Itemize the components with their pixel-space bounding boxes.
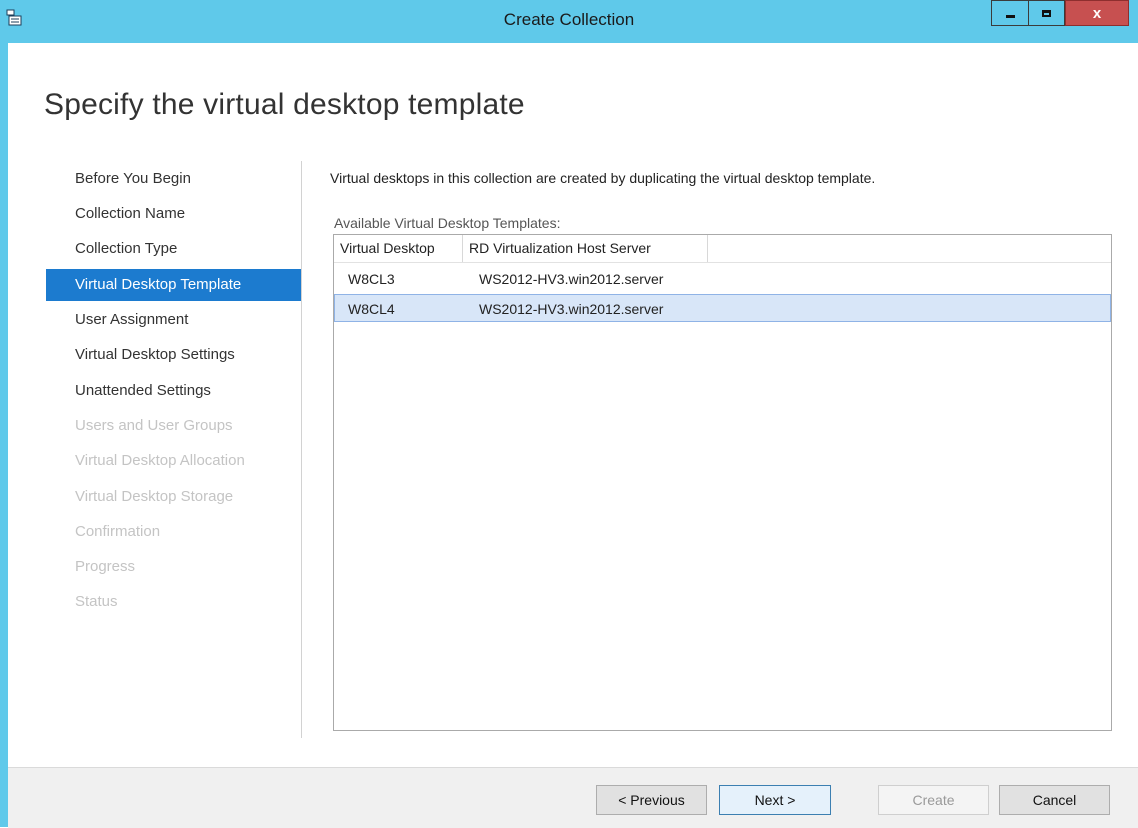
previous-button[interactable]: < Previous — [596, 785, 707, 815]
close-icon: x — [1092, 4, 1102, 22]
nav-item-user-assignment[interactable]: User Assignment — [46, 304, 302, 336]
nav-item-status: Status — [75, 593, 118, 610]
nav-item-before-you-begin[interactable]: Before You Begin — [46, 163, 302, 195]
nav-item-virtual-desktop-settings[interactable]: Virtual Desktop Settings — [46, 339, 302, 371]
nav-item-progress: Progress — [75, 558, 136, 575]
wizard-content: Specify the virtual desktop template Bef… — [8, 43, 1138, 767]
cell-host-server: WS2012-HV3.win2012.server — [479, 271, 664, 287]
nav-item-virtual-desktop-template[interactable]: Virtual Desktop Template — [46, 269, 302, 301]
minimize-button[interactable] — [991, 0, 1028, 26]
list-row-selected[interactable]: W8CL4 WS2012-HV3.win2012.server — [334, 294, 1111, 322]
next-button[interactable]: Next > — [719, 785, 831, 815]
nav-item-confirmation: Confirmation — [75, 523, 161, 540]
create-button: Create — [878, 785, 989, 815]
nav-item-unattended-settings[interactable]: Unattended Settings — [46, 375, 302, 407]
template-description: Virtual desktops in this collection are … — [330, 170, 876, 186]
maximize-button[interactable] — [1028, 0, 1065, 26]
maximize-icon — [1042, 9, 1051, 17]
templates-list[interactable]: Virtual Desktop RD Virtualization Host S… — [333, 234, 1112, 731]
cancel-button[interactable]: Cancel — [999, 785, 1110, 815]
column-header-host-server[interactable]: RD Virtualization Host Server — [463, 235, 708, 262]
nav-divider — [301, 161, 302, 738]
templates-list-label: Available Virtual Desktop Templates: — [334, 215, 561, 231]
nav-item-collection-name[interactable]: Collection Name — [46, 198, 302, 230]
nav-item-virtual-desktop-storage: Virtual Desktop Storage — [75, 488, 234, 505]
close-button[interactable]: x — [1065, 0, 1129, 26]
list-row[interactable]: W8CL3 WS2012-HV3.win2012.server — [334, 265, 1111, 293]
minimize-icon — [1005, 14, 1015, 18]
nav-item-users-and-user-groups: Users and User Groups — [75, 417, 233, 434]
page-title: Specify the virtual desktop template — [44, 88, 525, 121]
title-bar[interactable]: Create Collection x — [0, 0, 1138, 43]
nav-item-collection-type[interactable]: Collection Type — [46, 233, 302, 265]
window-left-border — [0, 0, 8, 827]
window-title: Create Collection — [503, 10, 635, 29]
list-header: Virtual Desktop RD Virtualization Host S… — [334, 235, 1111, 263]
column-header-virtual-desktop[interactable]: Virtual Desktop — [334, 235, 463, 262]
nav-item-virtual-desktop-allocation: Virtual Desktop Allocation — [75, 452, 245, 469]
button-bar: < Previous Next > Create Cancel — [8, 767, 1138, 828]
cell-host-server: WS2012-HV3.win2012.server — [479, 301, 664, 317]
cell-virtual-desktop: W8CL4 — [348, 301, 395, 317]
cell-virtual-desktop: W8CL3 — [348, 271, 395, 287]
